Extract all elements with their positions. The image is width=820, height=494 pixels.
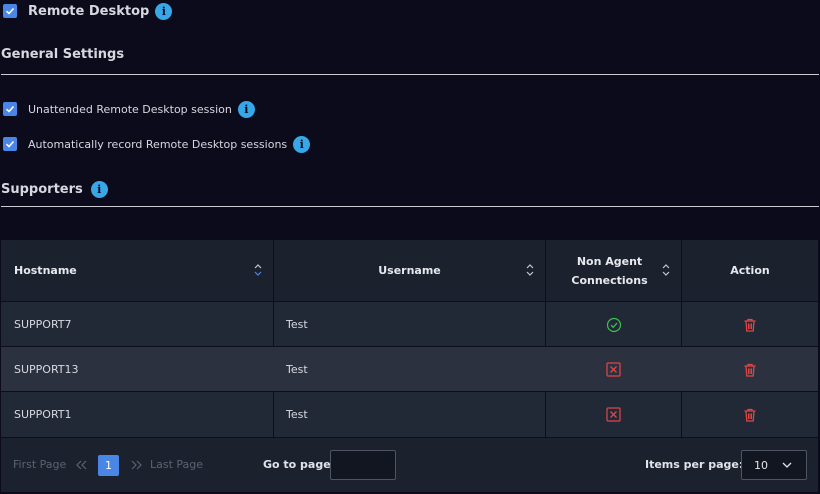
supporters-table: Hostname Username Non Agent Connections …	[1, 240, 818, 492]
trash-icon[interactable]	[742, 362, 758, 378]
remote-desktop-checkbox[interactable]	[3, 4, 17, 18]
non-agent-cell	[546, 347, 681, 392]
divider	[1, 74, 819, 75]
hostname-cell: SUPPORT7	[14, 318, 72, 331]
page-button-current[interactable]: 1	[98, 455, 119, 476]
goto-page-input[interactable]	[330, 450, 396, 480]
info-icon[interactable]: i	[155, 2, 173, 20]
check-circle-icon	[606, 317, 621, 332]
chevron-double-left-icon[interactable]	[76, 460, 87, 470]
unattended-session-checkbox[interactable]	[3, 102, 17, 116]
sort-icon[interactable]	[662, 262, 670, 278]
unattended-session-label: Unattended Remote Desktop session	[28, 102, 232, 116]
x-square-icon	[606, 362, 621, 377]
pagination-bar: First Page 1 Last Page Go to page: Items…	[1, 437, 818, 492]
remote-desktop-label: Remote Desktop	[28, 3, 150, 19]
action-cell	[682, 392, 818, 437]
non-agent-cell	[546, 302, 681, 347]
record-sessions-row: Automatically record Remote Desktop sess…	[28, 135, 311, 153]
items-per-page-value: 10	[754, 458, 768, 472]
check-icon	[5, 105, 15, 113]
column-header-label: Hostname	[14, 264, 77, 277]
username-cell: Test	[286, 363, 308, 376]
check-icon	[5, 7, 15, 15]
info-icon[interactable]: i	[293, 135, 311, 153]
items-per-page-label: Items per page:	[645, 458, 744, 471]
hostname-cell: SUPPORT13	[14, 363, 79, 376]
trash-icon[interactable]	[742, 317, 758, 333]
check-icon	[5, 140, 15, 148]
divider	[1, 206, 819, 207]
sort-icon[interactable]	[526, 262, 534, 278]
first-page-link[interactable]: First Page	[13, 458, 66, 471]
unattended-session-row: Unattended Remote Desktop session i	[28, 100, 255, 118]
username-cell: Test	[286, 318, 308, 331]
trash-icon[interactable]	[742, 407, 758, 423]
hostname-cell: SUPPORT1	[14, 408, 72, 421]
last-page-link[interactable]: Last Page	[150, 458, 203, 471]
action-cell	[682, 302, 818, 347]
non-agent-cell	[546, 392, 681, 437]
action-cell	[682, 347, 818, 392]
table-row: SUPPORT1 Test	[1, 391, 818, 436]
remote-desktop-row: Remote Desktop i	[28, 1, 173, 21]
column-header-non-agent-connections[interactable]: Non Agent Connections	[546, 240, 681, 301]
column-header-label: Non Agent	[576, 254, 643, 268]
sort-icon[interactable]	[254, 262, 262, 278]
column-header-hostname[interactable]: Hostname	[14, 240, 273, 301]
general-settings-title: General Settings	[1, 47, 125, 62]
column-header-label: Action	[730, 264, 770, 277]
column-header-label: Connections	[571, 273, 648, 287]
supporters-header: Supporters i	[1, 180, 108, 198]
column-header-action: Action	[682, 240, 818, 301]
record-sessions-label: Automatically record Remote Desktop sess…	[28, 137, 288, 151]
username-cell: Test	[286, 408, 308, 421]
items-per-page-select[interactable]: 10	[741, 450, 807, 480]
column-header-username[interactable]: Username	[274, 240, 545, 301]
table-row: SUPPORT7 Test	[1, 301, 818, 346]
chevron-down-icon	[782, 462, 792, 468]
goto-page-label: Go to page:	[263, 458, 336, 471]
info-icon[interactable]: i	[90, 180, 108, 198]
column-header-label: Username	[378, 264, 441, 277]
record-sessions-checkbox[interactable]	[3, 137, 17, 151]
chevron-double-right-icon[interactable]	[131, 460, 142, 470]
x-square-icon	[606, 407, 621, 422]
table-row: SUPPORT13 Test	[1, 346, 818, 391]
supporters-title: Supporters	[1, 181, 83, 197]
info-icon[interactable]: i	[237, 100, 255, 118]
